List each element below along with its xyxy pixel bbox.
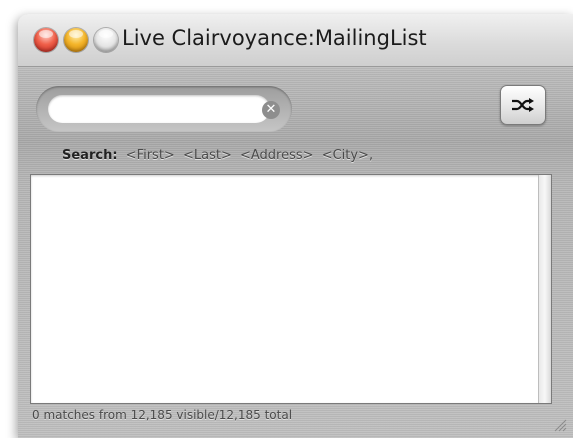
shuffle-icon [512,98,534,112]
hint-field-last: <Last> [182,148,232,163]
close-button[interactable] [34,28,58,52]
search-hint: Search: <First> <Last> <Address> <City>, [62,148,377,163]
resize-grip-icon[interactable] [553,418,567,432]
search-field-container: ✕ [36,86,292,132]
clear-icon[interactable]: ✕ [262,101,280,119]
minimize-button[interactable] [64,28,88,52]
title-bar[interactable]: Live Clairvoyance:MailingList [18,14,573,67]
zoom-button[interactable] [94,28,118,52]
search-input[interactable] [48,95,270,123]
shuffle-button[interactable] [500,85,546,125]
hint-field-address: <Address> [239,148,314,163]
app-window: Live Clairvoyance:MailingList ✕ Search: … [18,14,573,438]
results-scrollbar[interactable] [538,175,551,403]
hint-field-first: <First> [125,148,175,163]
hint-field-city: <City>, [321,148,374,163]
search-hint-label: Search: [62,148,118,163]
results-list[interactable] [30,174,552,404]
status-text: 0 matches from 12,185 visible/12,185 tot… [32,408,293,422]
window-title: Live Clairvoyance:MailingList [122,26,427,50]
